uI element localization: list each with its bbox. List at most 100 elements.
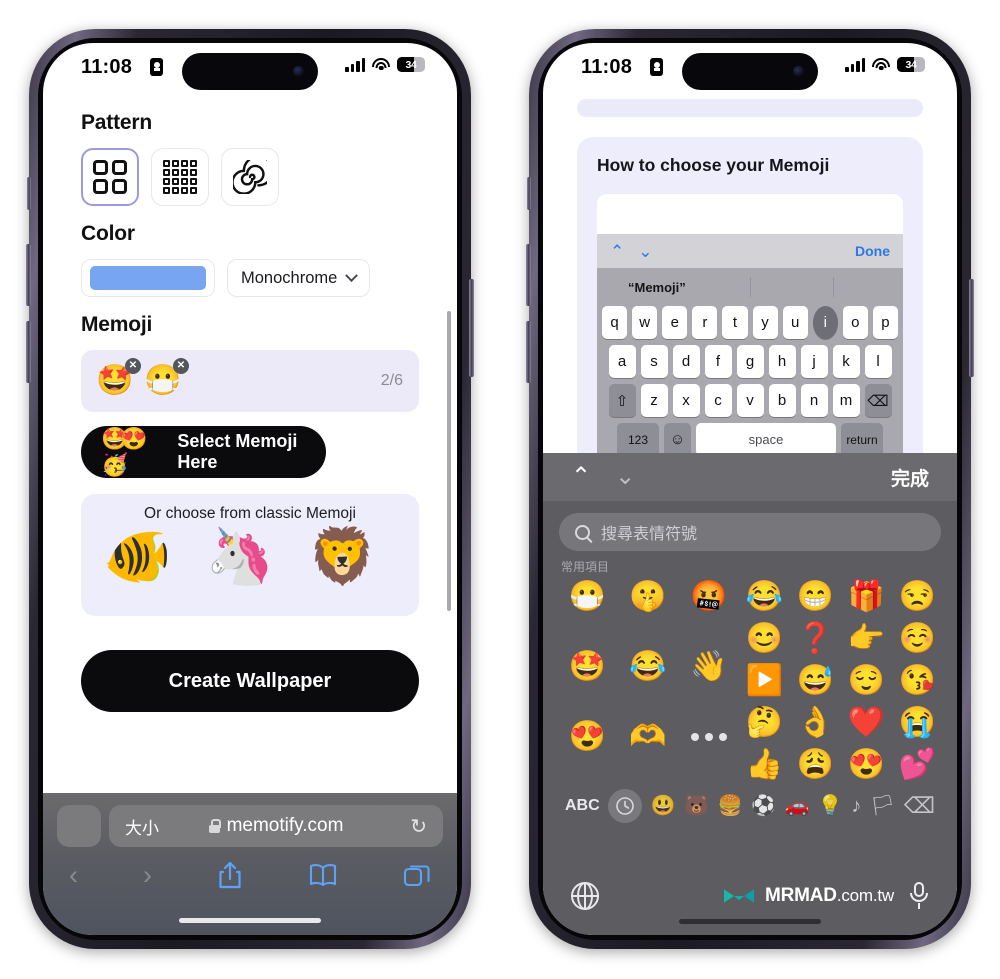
select-memoji-label: Select Memoji Here [177, 431, 298, 472]
emoji-cell[interactable]: 🎁 [841, 577, 892, 617]
emoji-cell[interactable]: 😌 [841, 661, 892, 701]
mini-key-pressed: i [812, 306, 838, 339]
volume-down-button[interactable] [26, 321, 31, 383]
classic-memoji-card: Or choose from classic Memoji 🐠 🦄 🦁 🐉 [81, 494, 419, 616]
animals-icon[interactable]: 🐻 [684, 796, 709, 816]
abc-key[interactable]: ABC [565, 798, 600, 814]
microphone-icon[interactable] [909, 882, 929, 910]
classic-memoji-item[interactable]: 🐠 [103, 529, 171, 584]
remove-memoji-icon[interactable]: ✕ [125, 358, 141, 374]
page-scrollbar[interactable] [447, 311, 451, 611]
emoji-category-bar: ABC 😃 🐻 🍔 ⚽ 🚗 💡 ♪ 🏳 ⌫ [543, 785, 957, 823]
mini-key-row-4: 123 ☺ space return [602, 423, 898, 456]
address-bar[interactable]: 大小 memotify.com ↻ [109, 805, 443, 847]
mini-key: s [640, 345, 668, 378]
memoji-cell[interactable]: 👋 [678, 647, 739, 687]
select-memoji-button[interactable]: 🤩😍🥳 Select Memoji Here [81, 426, 326, 478]
mini-key: g [736, 345, 764, 378]
emoji-cell[interactable]: ▶️ [739, 661, 790, 701]
volume-up-button[interactable] [26, 244, 31, 306]
emoji-cell[interactable]: 😂 [739, 577, 790, 617]
classic-memoji-row[interactable]: 🐠 🦄 🦁 🐉 [81, 523, 419, 584]
page-size-button[interactable]: 大小 [125, 814, 159, 839]
help-page-content: How to choose your Memoji ⌃ ⌄ Done “Memo… [543, 95, 957, 505]
emoji-cell[interactable]: 😒 [892, 577, 943, 617]
emoji-cell[interactable]: 😭 [892, 703, 943, 743]
memotify-app-body: Pattern Color Monochrome Memoji 🤩 ✕ 😷 ✕ … [43, 111, 457, 851]
volume-down-button[interactable] [526, 321, 531, 383]
mini-key: e [662, 306, 688, 339]
emoji-cell[interactable]: ❤️ [841, 703, 892, 743]
power-button[interactable] [969, 279, 974, 377]
emoji-cell[interactable]: ❓ [790, 619, 841, 659]
travel-icon[interactable]: 🚗 [784, 796, 809, 816]
activity-icon[interactable]: ⚽ [751, 796, 776, 816]
memoji-cell[interactable]: 😷 [557, 577, 618, 617]
emoji-cell[interactable]: 👍 [739, 745, 790, 785]
food-icon[interactable]: 🍔 [718, 796, 743, 816]
memoji-cell[interactable]: 😍 [557, 717, 618, 757]
pattern-option-spiral[interactable] [221, 148, 279, 206]
safari-bottom-bar: 大小 memotify.com ↻ ‹ › [43, 793, 457, 935]
emoji-cell[interactable]: 😍 [841, 745, 892, 785]
classic-memoji-item[interactable]: 🦁 [308, 529, 376, 584]
remove-memoji-icon[interactable]: ✕ [173, 358, 189, 374]
silent-switch[interactable] [527, 177, 531, 210]
memoji-more-button[interactable] [678, 717, 739, 757]
mini-prediction-bar: “Memoji” [602, 274, 898, 300]
pattern-option-grid-2x2[interactable] [81, 148, 139, 206]
pattern-option-grid-4x4[interactable] [151, 148, 209, 206]
classic-memoji-item[interactable]: 🐉 [410, 529, 419, 584]
globe-icon[interactable] [571, 882, 599, 910]
back-icon[interactable]: ‹ [69, 861, 78, 889]
emoji-search-field[interactable]: 搜尋表情符號 [559, 513, 941, 551]
memoji-cell[interactable]: 🤩 [557, 647, 618, 687]
forward-icon[interactable]: › [143, 861, 152, 889]
chevron-down-icon[interactable]: ⌄ [615, 465, 635, 489]
color-controls: Monochrome [81, 259, 419, 297]
smileys-icon[interactable]: 😃 [651, 796, 676, 816]
emoji-cell[interactable]: 💕 [892, 745, 943, 785]
silent-switch[interactable] [27, 177, 31, 210]
emoji-cell[interactable]: ☺️ [892, 619, 943, 659]
emoji-cell[interactable]: 😘 [892, 661, 943, 701]
memoji-cell[interactable]: 🤫 [618, 577, 679, 617]
return-key: return [841, 423, 883, 456]
power-button[interactable] [469, 279, 474, 377]
selected-memoji-chip[interactable]: 😷 ✕ [143, 358, 189, 403]
flags-icon[interactable]: 🏳 [870, 796, 895, 816]
recents-clock-icon[interactable] [608, 789, 643, 823]
classic-memoji-item[interactable]: 🦄 [205, 529, 273, 584]
mini-done-button: Done [855, 243, 890, 259]
selected-memoji-chip[interactable]: 🤩 ✕ [95, 358, 141, 403]
keyboard-done-button[interactable]: 完成 [891, 464, 929, 491]
emoji-cell[interactable]: 🤔 [739, 703, 790, 743]
volume-up-button[interactable] [526, 244, 531, 306]
emoji-cell[interactable]: 😅 [790, 661, 841, 701]
memoji-cell[interactable]: 🫶 [618, 717, 679, 757]
objects-icon[interactable]: 💡 [818, 796, 843, 816]
keyboard-accessory-bar: ⌃ ⌄ 完成 [543, 453, 957, 501]
symbols-icon[interactable]: ♪ [851, 796, 861, 816]
memoji-cell[interactable]: 😂 [618, 647, 679, 687]
mini-key: y [752, 306, 778, 339]
memoji-cell[interactable]: 🤬 [678, 577, 739, 617]
adjacent-tab-preview[interactable] [57, 805, 101, 847]
reload-icon[interactable]: ↻ [410, 814, 427, 839]
emoji-cell[interactable]: 👉 [841, 619, 892, 659]
tabs-icon[interactable] [403, 862, 431, 888]
chevron-up-icon[interactable]: ⌃ [571, 465, 591, 489]
delete-icon[interactable]: ⌫ [904, 795, 935, 817]
create-wallpaper-button[interactable]: Create Wallpaper [81, 650, 419, 712]
share-icon[interactable] [217, 860, 243, 890]
color-swatch [90, 266, 206, 290]
emoji-keyboard: ⌃ ⌄ 完成 搜尋表情符號 常用項目 😷 🤫 🤬 🤩 😂 👋 😍 🫶 😂 😁 🎁… [543, 453, 957, 935]
emoji-cell[interactable]: 👌 [790, 703, 841, 743]
emoji-cell[interactable]: 😊 [739, 619, 790, 659]
emoji-cell[interactable]: 😁 [790, 577, 841, 617]
emoji-cell[interactable]: 😩 [790, 745, 841, 785]
book-icon[interactable] [308, 862, 338, 888]
color-mode-select[interactable]: Monochrome [227, 259, 371, 297]
color-swatch-button[interactable] [81, 259, 215, 297]
how-to-card-title: How to choose your Memoji [597, 155, 830, 175]
